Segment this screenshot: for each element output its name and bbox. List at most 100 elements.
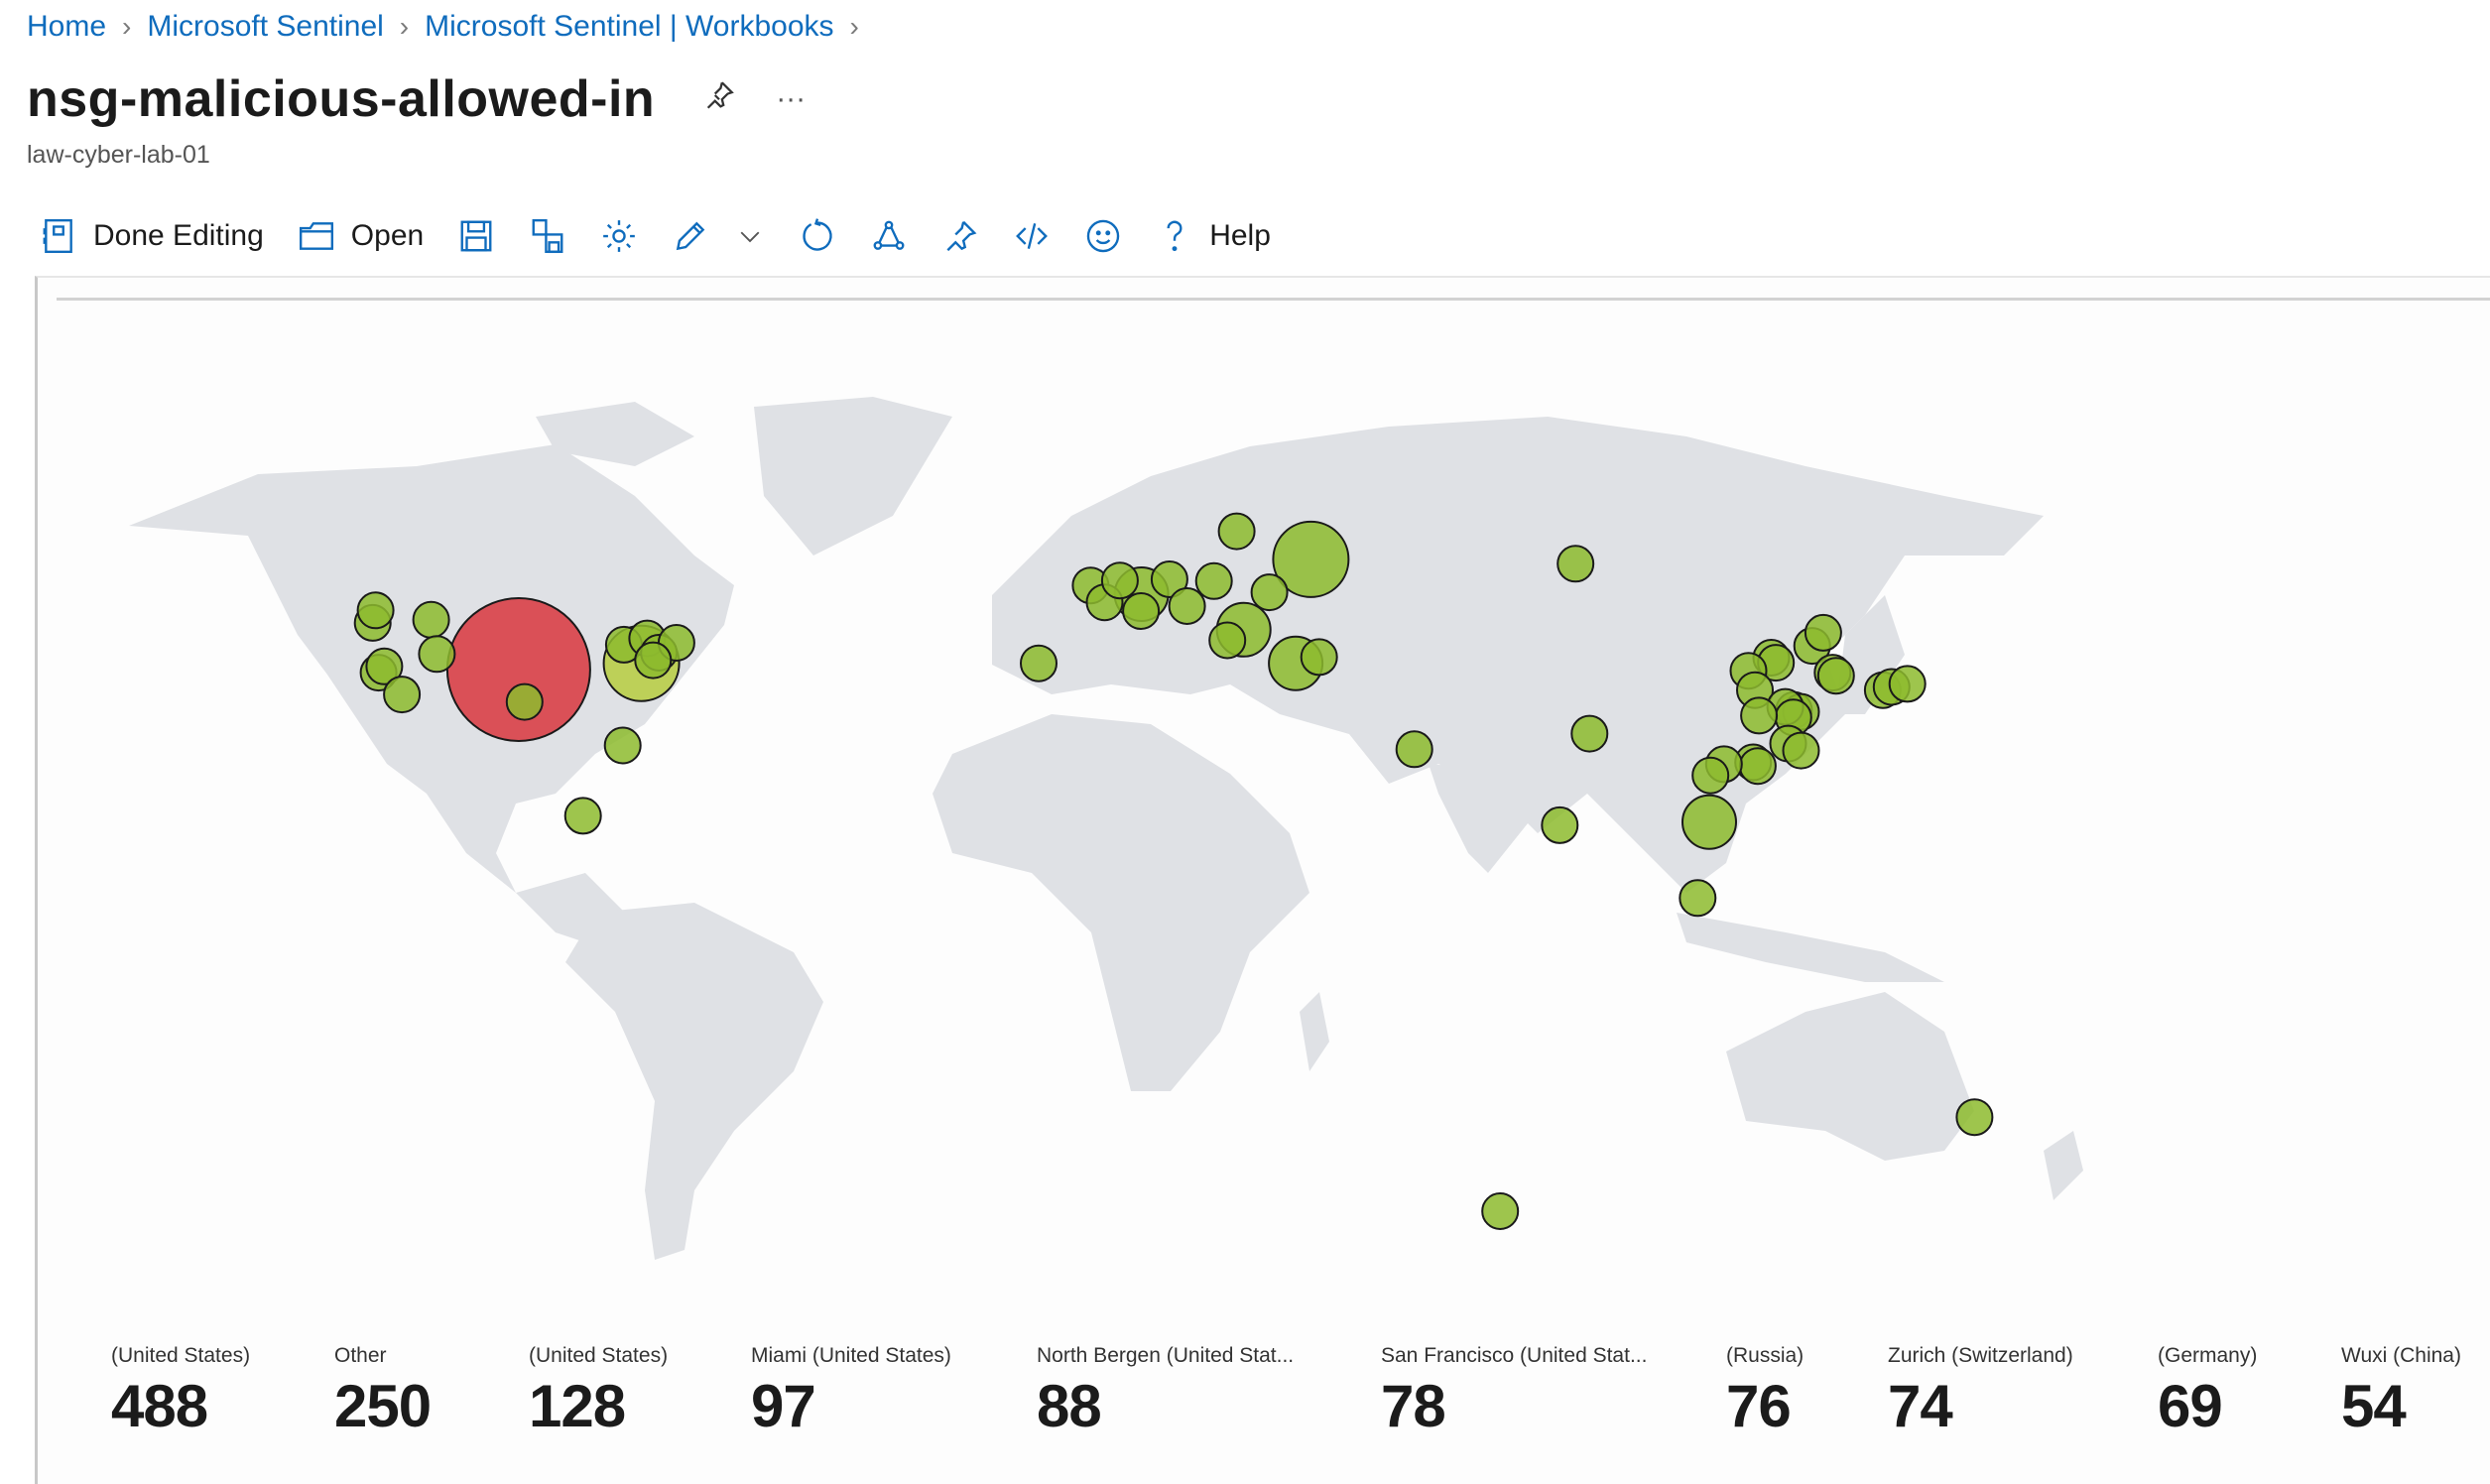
map-bubble[interactable] — [634, 641, 673, 680]
map-bubble[interactable] — [1888, 665, 1927, 703]
tile-value: 74 — [1888, 1373, 1953, 1439]
map-bubble[interactable] — [383, 676, 422, 714]
tile-label: Other — [334, 1344, 387, 1367]
map-bubble[interactable] — [1208, 621, 1247, 660]
chevron-right-icon: › — [399, 11, 410, 42]
chevron-right-icon: › — [849, 11, 859, 42]
title-row: nsg-malicious-allowed-in ··· — [27, 69, 806, 129]
map-bubble[interactable] — [563, 797, 602, 835]
location-tile[interactable]: Zurich (Switzerland) 74 — [1888, 1344, 2073, 1440]
tile-label: (Russia) — [1726, 1344, 1805, 1367]
map-bubble[interactable] — [412, 600, 450, 639]
location-tile[interactable]: Miami (United States) 97 — [751, 1344, 951, 1440]
map-bubble[interactable] — [505, 682, 544, 721]
advanced-editor-button[interactable] — [1013, 217, 1051, 255]
location-tile[interactable]: San Francisco (United Stat... 78 — [1381, 1344, 1647, 1440]
help-button[interactable]: Help — [1156, 217, 1271, 255]
settings-button[interactable] — [600, 217, 638, 255]
tile-value: 488 — [111, 1373, 208, 1439]
tile-value: 250 — [334, 1373, 432, 1439]
tile-label: North Bergen (United Stat... — [1037, 1344, 1295, 1367]
tile-value: 78 — [1381, 1373, 1446, 1439]
map-bubble[interactable] — [1194, 561, 1233, 600]
map-bubble[interactable] — [1100, 561, 1139, 600]
open-label: Open — [350, 219, 425, 252]
tile-label: San Francisco (United Stat... — [1381, 1344, 1648, 1367]
more-icon[interactable]: ··· — [776, 82, 806, 116]
map-bubble[interactable] — [1740, 696, 1779, 735]
chevron-down-icon — [740, 231, 760, 243]
pin-icon[interactable] — [702, 78, 736, 121]
feedback-smiley-icon — [1086, 219, 1120, 253]
map-bubble[interactable] — [1570, 714, 1609, 753]
map-bubble[interactable] — [1679, 879, 1717, 918]
section-divider — [57, 298, 2490, 301]
map-bubble[interactable] — [603, 726, 642, 765]
map-bubble[interactable] — [1395, 730, 1433, 769]
open-button[interactable]: Open — [298, 217, 424, 255]
breadcrumb-sentinel-workbooks[interactable]: Microsoft Sentinel | Workbooks — [425, 10, 833, 44]
map-bubble[interactable] — [1541, 805, 1579, 844]
map-bubble[interactable] — [1168, 587, 1206, 625]
workspace-subtitle: law-cyber-lab-01 — [27, 141, 210, 169]
map-bubble[interactable] — [1816, 657, 1855, 695]
tile-value: 97 — [751, 1373, 816, 1439]
location-tile[interactable]: North Bergen (United Stat... 88 — [1037, 1344, 1294, 1440]
settings-gear-icon — [603, 220, 636, 252]
done-editing-label: Done Editing — [93, 219, 264, 252]
map-bubble[interactable] — [418, 635, 456, 674]
feedback-button[interactable] — [1084, 217, 1122, 255]
share-button[interactable] — [870, 217, 908, 255]
save-as-button[interactable] — [529, 217, 566, 255]
edit-dropdown-button[interactable] — [735, 221, 765, 251]
map-bubble[interactable] — [1681, 794, 1737, 850]
done-editing-icon — [43, 218, 72, 254]
tile-label: (United States) — [529, 1344, 669, 1367]
workbook-panel — [35, 276, 2490, 1484]
map-bubble[interactable] — [1122, 592, 1161, 630]
map-bubble[interactable] — [1955, 1098, 1994, 1137]
toolbar: Done Editing Open Help — [40, 210, 1305, 262]
location-tile[interactable]: (United States) 128 — [529, 1344, 668, 1440]
tile-label: (Germany) — [2158, 1344, 2258, 1367]
map-bubble[interactable] — [1300, 638, 1338, 677]
pin-button[interactable] — [941, 217, 979, 255]
tile-value: 54 — [2341, 1373, 2407, 1439]
tile-label: Miami (United States) — [751, 1344, 951, 1367]
location-tile[interactable]: (Germany) 69 — [2158, 1344, 2257, 1440]
map-bubble[interactable] — [1020, 644, 1058, 682]
tile-value: 69 — [2158, 1373, 2223, 1439]
location-tile[interactable]: (United States) 488 — [111, 1344, 250, 1440]
breadcrumb-home[interactable]: Home — [27, 10, 106, 44]
breadcrumb: Home › Microsoft Sentinel › Microsoft Se… — [27, 10, 875, 44]
tile-label: Wuxi (China) — [2341, 1344, 2461, 1367]
save-button[interactable] — [457, 217, 495, 255]
pin-icon — [946, 220, 977, 252]
tile-label: Zurich (Switzerland) — [1888, 1344, 2073, 1367]
map-bubble[interactable] — [1691, 756, 1730, 795]
save-icon — [460, 220, 492, 252]
open-folder-icon — [299, 222, 333, 250]
top-locations-tiles: (United States) 488 Other 250 (United States… — [0, 1344, 2490, 1453]
edit-pencil-icon — [677, 221, 705, 251]
location-tile[interactable]: Other 250 — [334, 1344, 432, 1440]
location-tile[interactable]: (Russia) 76 — [1726, 1344, 1804, 1440]
map-bubble[interactable] — [1556, 545, 1595, 583]
breadcrumb-microsoft-sentinel[interactable]: Microsoft Sentinel — [147, 10, 383, 44]
help-label: Help — [1209, 219, 1271, 252]
save-as-icon — [532, 218, 563, 254]
map-bubble[interactable] — [1481, 1192, 1520, 1230]
share-icon — [873, 220, 905, 250]
map-bubble[interactable] — [1738, 747, 1777, 786]
map-bubble[interactable] — [356, 591, 395, 630]
refresh-button[interactable] — [799, 217, 836, 255]
map-bubble[interactable] — [1804, 613, 1842, 652]
tile-value: 88 — [1037, 1373, 1102, 1439]
map-bubble[interactable] — [1217, 512, 1256, 551]
location-tile[interactable]: Wuxi (China) 54 — [2341, 1344, 2461, 1440]
help-question-icon — [1167, 220, 1183, 252]
map-bubble[interactable] — [1250, 573, 1289, 612]
map-bubble[interactable] — [1782, 731, 1820, 770]
done-editing-button[interactable]: Done Editing — [40, 217, 264, 255]
edit-button[interactable] — [672, 217, 709, 255]
